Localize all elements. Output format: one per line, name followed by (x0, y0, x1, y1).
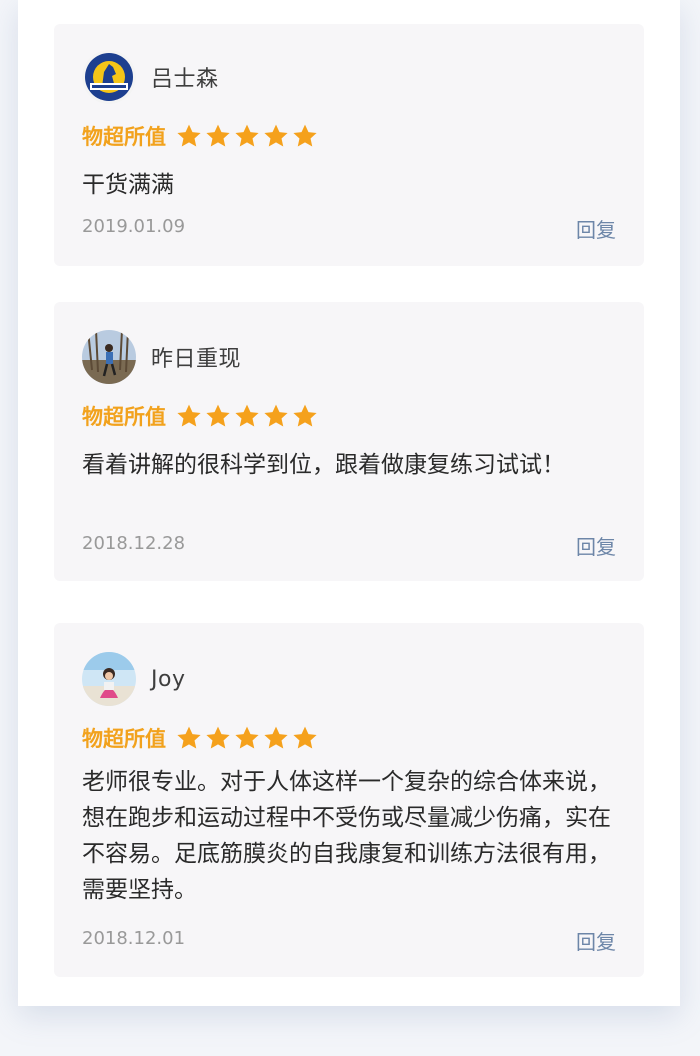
runner-photo-avatar-icon (82, 330, 136, 384)
review-list-panel: 吕士森 物超所值 干货满满 2019.01.09 回复 昨日重现 物超所值 看着… (18, 0, 680, 1006)
reply-button[interactable]: 回复 (576, 214, 616, 243)
rating-row: 物超所值 (82, 121, 321, 151)
star-icon (235, 404, 259, 427)
star-rating (176, 403, 321, 429)
star-icon (264, 124, 288, 147)
username[interactable]: 昨日重现 (151, 341, 241, 373)
review-card: 吕士森 物超所值 干货满满 2019.01.09 回复 (54, 24, 644, 266)
rating-label: 物超所值 (82, 125, 166, 149)
star-icon (264, 726, 288, 749)
star-icon (235, 726, 259, 749)
star-icon (177, 124, 201, 147)
star-icon (235, 124, 259, 147)
star-icon (177, 726, 201, 749)
star-icon (293, 726, 317, 749)
star-icon (177, 404, 201, 427)
girl-photo-avatar-icon (82, 652, 136, 706)
star-icon (206, 726, 230, 749)
avatar[interactable] (82, 652, 136, 706)
reply-button[interactable]: 回复 (576, 926, 616, 955)
star-icon (293, 404, 317, 427)
marathon-logo-avatar-icon (82, 50, 136, 104)
review-user: Joy (82, 652, 185, 706)
rating-row: 物超所值 (82, 723, 321, 753)
review-card: 昨日重现 物超所值 看着讲解的很科学到位，跟着做康复练习试试！ 2018.12.… (54, 302, 644, 581)
username[interactable]: Joy (151, 667, 185, 692)
review-card: Joy 物超所值 老师很专业。对于人体这样一个复杂的综合体来说，想在跑步和运动过… (54, 623, 644, 977)
review-content: 老师很专业。对于人体这样一个复杂的综合体来说，想在跑步和运动过程中不受伤或尽量减… (82, 769, 611, 903)
review-date: 2019.01.09 (82, 216, 186, 237)
review-content: 干货满满 (82, 172, 174, 198)
rating-label: 物超所值 (82, 405, 166, 429)
review-user: 吕士森 (82, 50, 219, 104)
star-icon (206, 124, 230, 147)
reply-button[interactable]: 回复 (576, 531, 616, 560)
star-rating (176, 725, 321, 751)
review-content: 看着讲解的很科学到位，跟着做康复练习试试！ (82, 452, 565, 478)
review-date: 2018.12.01 (82, 928, 186, 949)
avatar[interactable] (82, 330, 136, 384)
star-icon (293, 124, 317, 147)
review-date: 2018.12.28 (82, 533, 186, 554)
rating-label: 物超所值 (82, 727, 166, 751)
rating-row: 物超所值 (82, 401, 321, 431)
avatar[interactable] (82, 50, 136, 104)
star-icon (206, 404, 230, 427)
review-user: 昨日重现 (82, 330, 241, 384)
username[interactable]: 吕士森 (151, 61, 219, 93)
star-icon (264, 404, 288, 427)
star-rating (176, 123, 321, 149)
